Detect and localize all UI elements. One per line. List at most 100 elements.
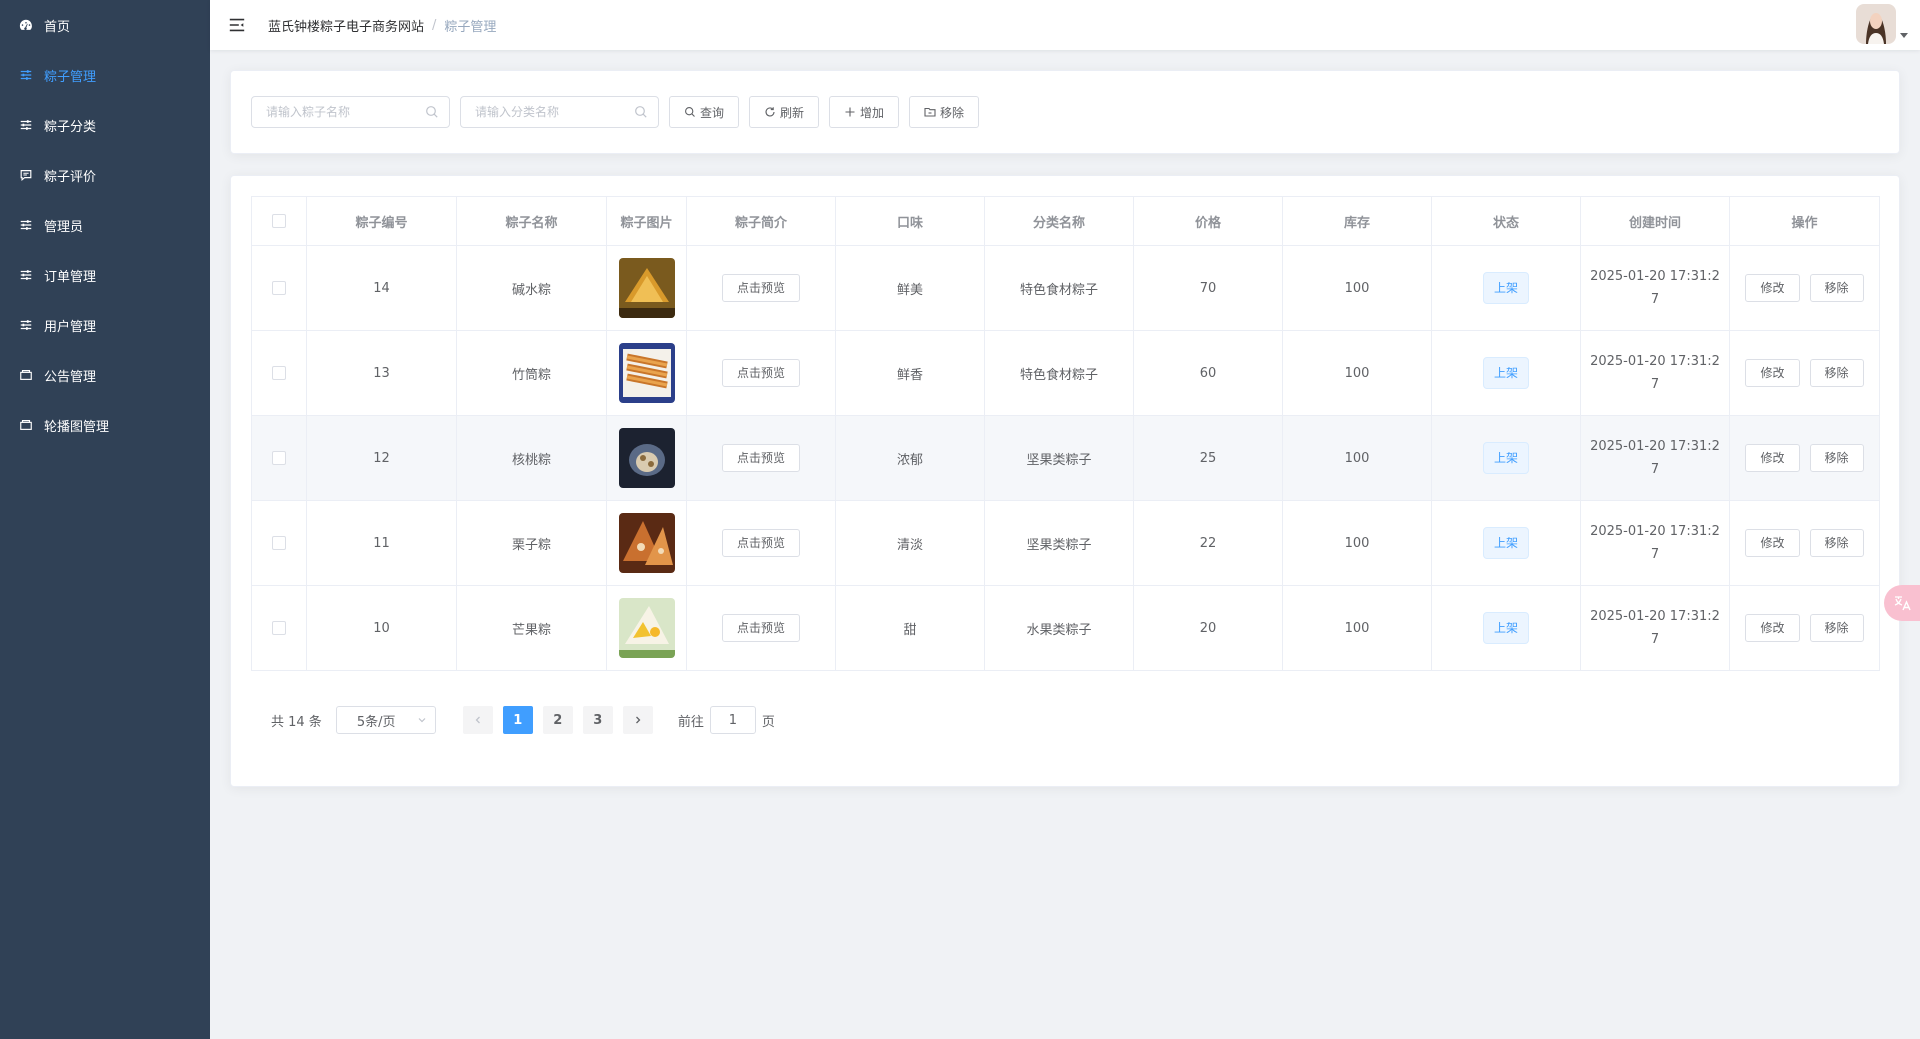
zongzi-image[interactable] — [618, 258, 675, 318]
cell-id: 11 — [306, 500, 457, 586]
sidebar-item-label: 订单管理 — [44, 269, 97, 285]
sidebar: 首页 粽子管理 粽子分类 粽子评价 管理员 订单管理 用户管理 公告管理 轮播图… — [0, 0, 210, 1039]
page-button[interactable]: 2 — [542, 706, 573, 734]
cell-created: 2025-01-20 17:31:27 — [1590, 524, 1720, 562]
breadcrumb-home[interactable]: 蓝氏钟楼粽子电子商务网站 — [268, 16, 424, 35]
edit-button[interactable]: 修改 — [1745, 359, 1800, 387]
preview-button[interactable]: 点击预览 — [721, 359, 800, 387]
cell-category: 特色食材粽子 — [984, 245, 1134, 331]
column-header: 状态 — [1431, 196, 1581, 246]
page-size-select[interactable]: 5条/页 — [335, 706, 436, 734]
sliders-icon — [18, 317, 34, 333]
cell-taste: 鲜香 — [835, 330, 985, 416]
name-search-field[interactable] — [251, 96, 450, 128]
plus-icon — [845, 107, 855, 117]
avatar[interactable] — [1856, 4, 1896, 44]
cell-name: 碱水粽 — [456, 245, 607, 331]
zongzi-image[interactable] — [618, 428, 675, 488]
row-checkbox[interactable] — [272, 451, 286, 465]
page-button[interactable]: 1 — [502, 706, 533, 734]
user-menu[interactable] — [1856, 4, 1908, 44]
query-button[interactable]: 查询 — [669, 96, 740, 128]
column-header: 操作 — [1729, 196, 1880, 246]
sidebar-item-zongzi-review[interactable]: 粽子评价 — [0, 150, 210, 200]
column-header: 粽子名称 — [456, 196, 607, 246]
cell-name: 核桃粽 — [456, 415, 607, 501]
refresh-button[interactable]: 刷新 — [749, 96, 820, 128]
pagination: 共 14 条 5条/页 1 2 3 前往 1 页 — [271, 706, 775, 734]
prev-page-button[interactable] — [462, 706, 493, 734]
sidebar-item-notices[interactable]: 公告管理 — [0, 350, 210, 400]
comment-icon — [18, 167, 34, 183]
status-badge: 上架 — [1482, 612, 1529, 644]
table-row: 12 核桃粽 点击预览 浓郁 坚果类粽子 25 100 上架 2025-01-2… — [251, 415, 1880, 501]
zongzi-image[interactable] — [618, 343, 675, 403]
sidebar-item-admin[interactable]: 管理员 — [0, 200, 210, 250]
sidebar-item-users[interactable]: 用户管理 — [0, 300, 210, 350]
table-panel: 粽子编号 粽子名称 粽子图片 粽子简介 口味 分类名称 价格 库存 状态 创建时… — [230, 175, 1900, 787]
delete-button[interactable]: 移除 — [1809, 359, 1864, 387]
breadcrumb-separator: / — [432, 17, 437, 33]
preview-button[interactable]: 点击预览 — [721, 444, 800, 472]
edit-button[interactable]: 修改 — [1745, 444, 1800, 472]
sidebar-item-orders[interactable]: 订单管理 — [0, 250, 210, 300]
page-button[interactable]: 3 — [582, 706, 613, 734]
sliders-icon — [18, 217, 34, 233]
status-badge: 上架 — [1482, 357, 1529, 389]
table-row: 10 芒果粽 点击预览 甜 水果类粽子 20 100 上架 2025-01-20… — [251, 585, 1880, 671]
cell-created: 2025-01-20 17:31:27 — [1590, 609, 1720, 647]
search-icon — [685, 107, 695, 117]
zongzi-image[interactable] — [618, 598, 675, 658]
row-checkbox[interactable] — [272, 621, 286, 635]
breadcrumb: 蓝氏钟楼粽子电子商务网站 / 粽子管理 — [268, 16, 496, 35]
edit-button[interactable]: 修改 — [1745, 529, 1800, 557]
search-icon — [426, 106, 438, 118]
delete-button[interactable]: 移除 — [1809, 274, 1864, 302]
remove-button[interactable]: 移除 — [909, 96, 980, 128]
sidebar-item-home[interactable]: 首页 — [0, 0, 210, 50]
cell-price: 70 — [1133, 245, 1283, 331]
cell-taste: 鲜美 — [835, 245, 985, 331]
select-all-checkbox[interactable] — [272, 214, 286, 228]
zongzi-table: 粽子编号 粽子名称 粽子图片 粽子简介 口味 分类名称 价格 库存 状态 创建时… — [251, 196, 1880, 671]
zongzi-image[interactable] — [618, 513, 675, 573]
refresh-icon — [765, 107, 775, 117]
chevron-down-icon[interactable] — [1900, 33, 1908, 38]
table-row: 14 碱水粽 点击预览 鲜美 特色食材粽子 70 100 上架 2025-01-… — [251, 245, 1880, 331]
cell-stock: 100 — [1282, 330, 1432, 416]
column-header: 粽子简介 — [686, 196, 836, 246]
category-search-input[interactable] — [461, 97, 658, 127]
cell-category: 水果类粽子 — [984, 585, 1134, 671]
row-checkbox[interactable] — [272, 536, 286, 550]
table-row: 13 竹筒粽 点击预览 鲜香 特色食材粽子 60 100 上架 2025-01-… — [251, 330, 1880, 416]
menu-fold-icon[interactable] — [226, 14, 248, 36]
row-checkbox[interactable] — [272, 281, 286, 295]
preview-button[interactable]: 点击预览 — [721, 614, 800, 642]
sidebar-item-zongzi-category[interactable]: 粽子分类 — [0, 100, 210, 150]
name-search-input[interactable] — [252, 97, 449, 127]
box-icon — [18, 417, 34, 433]
category-search-field[interactable] — [460, 96, 659, 128]
sidebar-item-label: 粽子管理 — [44, 69, 97, 85]
goto-page-input[interactable]: 1 — [709, 706, 756, 734]
add-button[interactable]: 增加 — [829, 96, 900, 128]
chevron-left-icon — [475, 716, 480, 724]
edit-button[interactable]: 修改 — [1745, 274, 1800, 302]
delete-button[interactable]: 移除 — [1809, 529, 1864, 557]
preview-button[interactable]: 点击预览 — [721, 274, 800, 302]
row-checkbox[interactable] — [272, 366, 286, 380]
edit-button[interactable]: 修改 — [1745, 614, 1800, 642]
preview-button[interactable]: 点击预览 — [721, 529, 800, 557]
translate-icon[interactable] — [1884, 585, 1920, 621]
cell-taste: 清淡 — [835, 500, 985, 586]
sliders-icon — [18, 67, 34, 83]
next-page-button[interactable] — [622, 706, 653, 734]
query-button-label: 查询 — [700, 105, 725, 120]
column-header: 库存 — [1282, 196, 1432, 246]
delete-button[interactable]: 移除 — [1809, 614, 1864, 642]
sidebar-item-carousel[interactable]: 轮播图管理 — [0, 400, 210, 450]
delete-button[interactable]: 移除 — [1809, 444, 1864, 472]
cell-id: 12 — [306, 415, 457, 501]
cell-category: 特色食材粽子 — [984, 330, 1134, 416]
sidebar-item-zongzi-manage[interactable]: 粽子管理 — [0, 50, 210, 100]
